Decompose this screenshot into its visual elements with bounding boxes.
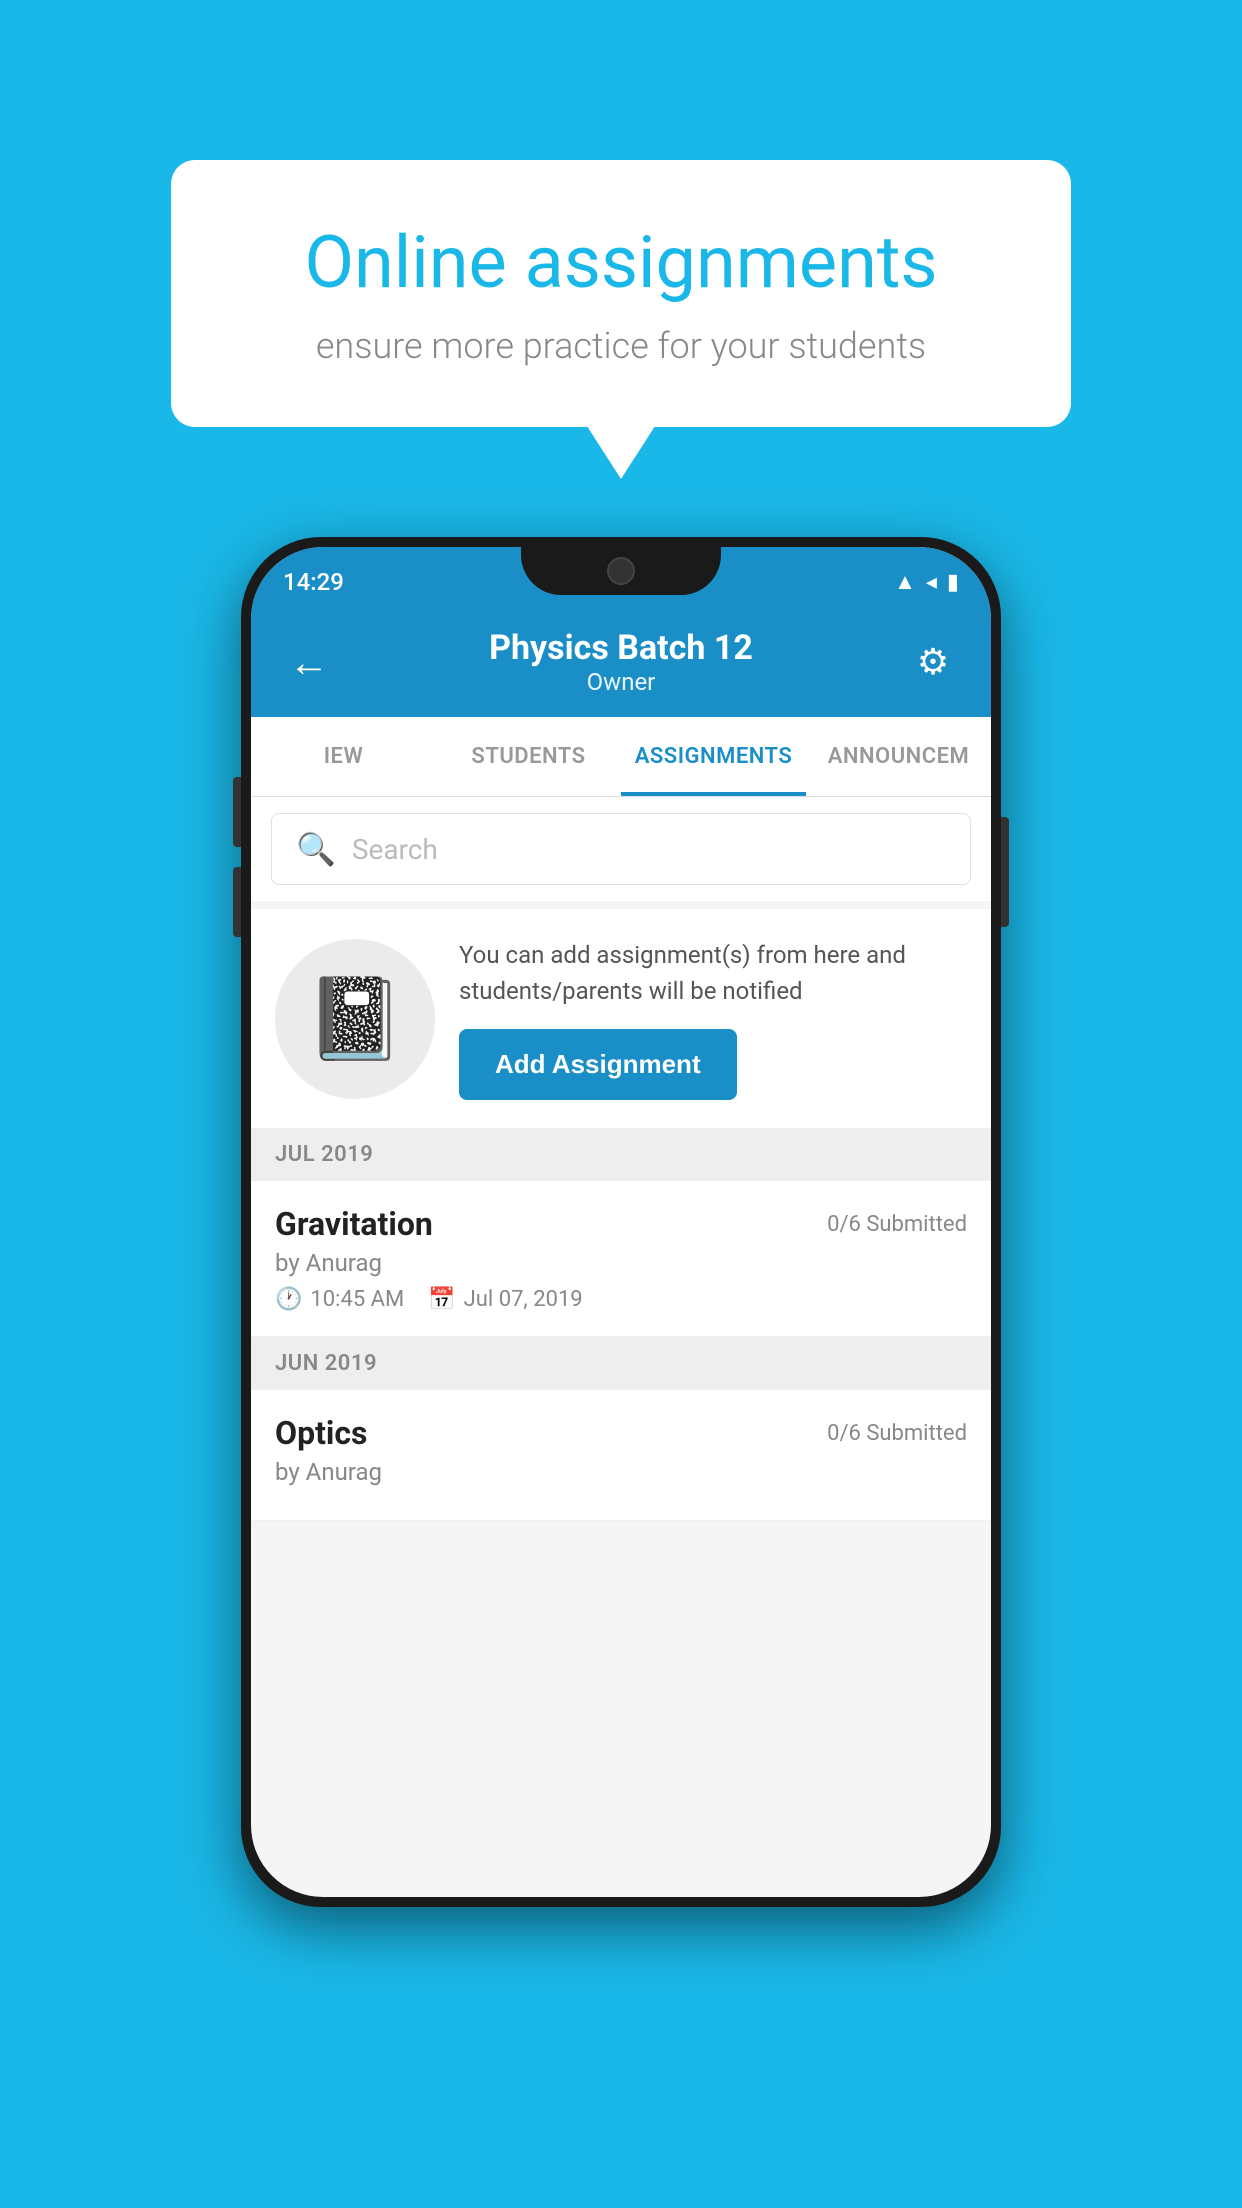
- back-button[interactable]: ←: [279, 639, 339, 686]
- status-time: 14:29: [283, 568, 344, 596]
- assignment-item-optics[interactable]: Optics 0/6 Submitted by Anurag: [251, 1390, 991, 1521]
- clock-icon: 🕐: [275, 1287, 302, 1312]
- calendar-icon: 📅: [428, 1287, 455, 1312]
- header-title-area: Physics Batch 12 Owner: [339, 628, 903, 696]
- status-icons: ▲ ◂ ▮: [894, 569, 959, 595]
- app-header: ← Physics Batch 12 Owner ⚙: [251, 607, 991, 717]
- power-button[interactable]: [1001, 817, 1009, 927]
- assignment-time: 🕐 10:45 AM: [275, 1287, 404, 1312]
- assignment-date: 📅 Jul 07, 2019: [428, 1287, 582, 1312]
- camera-icon: [607, 557, 635, 585]
- volume-up-button[interactable]: [233, 777, 241, 847]
- search-icon: 🔍: [296, 830, 336, 868]
- promo-card: 📓 You can add assignment(s) from here an…: [251, 909, 991, 1128]
- tab-announcements[interactable]: ANNOUNCEM: [806, 717, 991, 796]
- phone-frame: 14:29 ▲ ◂ ▮ ← Physics Batch 12 Owner ⚙: [241, 537, 1001, 1907]
- assignment-name: Gravitation: [275, 1205, 433, 1243]
- section-header-jul: JUL 2019: [251, 1128, 991, 1181]
- notebook-icon: 📓: [305, 972, 405, 1066]
- phone-screen: 14:29 ▲ ◂ ▮ ← Physics Batch 12 Owner ⚙: [251, 547, 991, 1897]
- speech-bubble-title: Online assignments: [251, 220, 991, 305]
- signal-icon: ◂: [926, 570, 937, 595]
- promo-text: You can add assignment(s) from here and …: [459, 937, 967, 1009]
- tab-assignments[interactable]: ASSIGNMENTS: [621, 717, 806, 796]
- batch-subtitle: Owner: [339, 668, 903, 696]
- search-bar[interactable]: 🔍 Search: [271, 813, 971, 885]
- wifi-icon: ▲: [894, 569, 916, 595]
- assignment-date-value: Jul 07, 2019: [464, 1287, 583, 1312]
- assignment-author-optics: by Anurag: [275, 1458, 967, 1486]
- tab-iew[interactable]: IEW: [251, 717, 436, 796]
- add-assignment-button[interactable]: Add Assignment: [459, 1029, 737, 1100]
- section-header-jun: JUN 2019: [251, 1337, 991, 1390]
- settings-button[interactable]: ⚙: [903, 641, 963, 683]
- assignment-time-value: 10:45 AM: [310, 1287, 404, 1312]
- assignment-name-optics: Optics: [275, 1414, 367, 1452]
- batch-title: Physics Batch 12: [339, 628, 903, 668]
- assignment-item-gravitation[interactable]: Gravitation 0/6 Submitted by Anurag 🕐 10…: [251, 1181, 991, 1337]
- battery-icon: ▮: [947, 570, 959, 595]
- search-container: 🔍 Search: [251, 797, 991, 901]
- speech-bubble-subtitle: ensure more practice for your students: [251, 325, 991, 367]
- assignment-submitted-optics: 0/6 Submitted: [827, 1421, 967, 1446]
- phone-notch: [521, 547, 721, 595]
- tabs: IEW STUDENTS ASSIGNMENTS ANNOUNCEM: [251, 717, 991, 797]
- tab-students[interactable]: STUDENTS: [436, 717, 621, 796]
- promo-icon-circle: 📓: [275, 939, 435, 1099]
- assignment-meta: 🕐 10:45 AM 📅 Jul 07, 2019: [275, 1287, 967, 1312]
- promo-content: You can add assignment(s) from here and …: [459, 937, 967, 1100]
- assignment-submitted: 0/6 Submitted: [827, 1212, 967, 1237]
- volume-down-button[interactable]: [233, 867, 241, 937]
- speech-bubble: Online assignments ensure more practice …: [171, 160, 1071, 427]
- assignment-author: by Anurag: [275, 1249, 967, 1277]
- search-placeholder: Search: [352, 833, 438, 866]
